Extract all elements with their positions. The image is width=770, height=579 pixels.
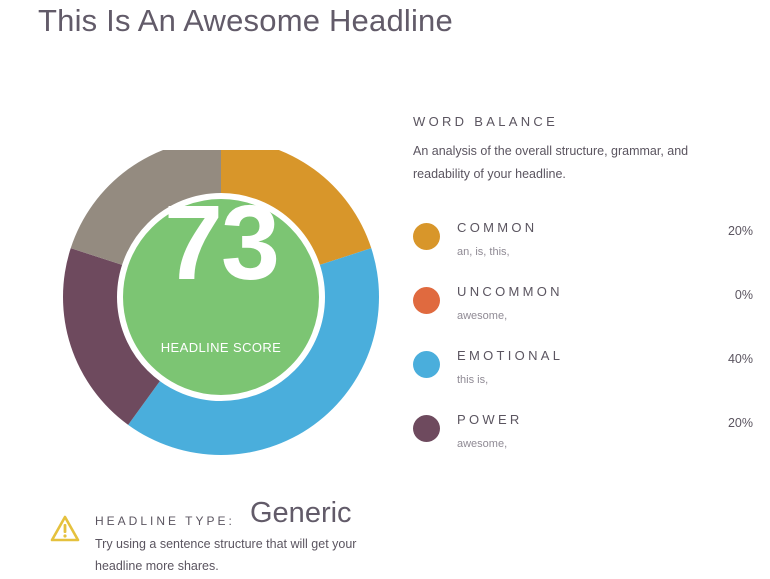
category-name: COMMON	[457, 220, 538, 235]
word-balance-description: An analysis of the overall structure, gr…	[413, 144, 689, 181]
word-balance-donut-chart: 73 HEADLINE SCORE	[56, 150, 386, 460]
category-row-common: COMMON an, is, this, 20%	[413, 220, 753, 272]
headline-score-label: HEADLINE SCORE	[160, 340, 282, 355]
category-row-uncommon: UNCOMMON awesome, 0%	[413, 284, 753, 336]
category-name: UNCOMMON	[457, 284, 563, 299]
headline-type-value: Generic	[250, 497, 352, 529]
headline-type-tip: Try using a sentence structure that will…	[95, 537, 357, 573]
category-row-emotional: EMOTIONAL this is, 40%	[413, 348, 753, 400]
emotional-color-dot	[413, 351, 440, 378]
warning-icon	[50, 515, 80, 548]
headline-type-label: HEADLINE TYPE:	[95, 514, 235, 528]
category-name: EMOTIONAL	[457, 348, 564, 363]
category-percent: 40%	[727, 352, 753, 366]
power-color-dot	[413, 415, 440, 442]
headline-title: This Is An Awesome Headline	[38, 3, 453, 38]
category-examples: awesome,	[457, 310, 508, 322]
category-name: POWER	[457, 412, 523, 427]
category-percent: 0%	[734, 288, 753, 302]
common-color-dot	[413, 223, 440, 250]
category-percent: 20%	[727, 224, 753, 238]
category-examples: an, is, this,	[457, 246, 510, 258]
category-percent: 20%	[727, 416, 753, 430]
category-examples: this is,	[457, 374, 489, 386]
category-row-power: POWER awesome, 20%	[413, 412, 753, 464]
headline-score-value: 73	[164, 184, 280, 302]
uncommon-color-dot	[413, 287, 440, 314]
word-balance-title: WORD BALANCE	[413, 114, 559, 129]
category-examples: awesome,	[457, 438, 508, 450]
